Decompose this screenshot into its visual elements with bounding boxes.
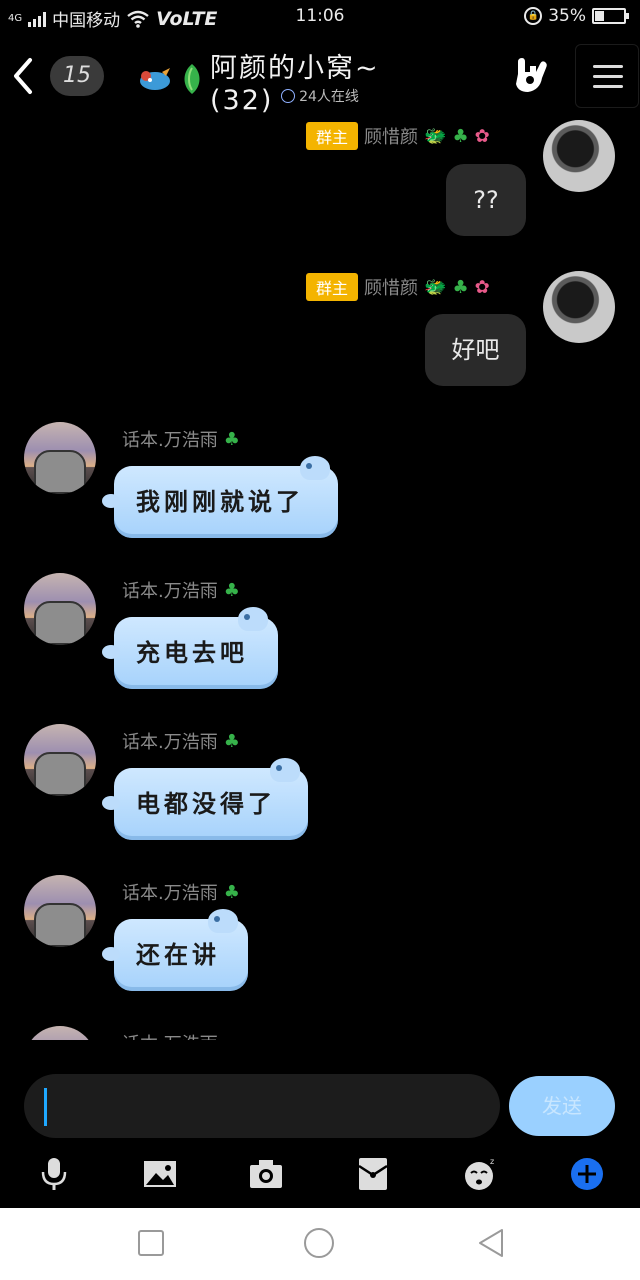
message-text: 还在讲 (136, 941, 220, 969)
image-icon[interactable] (142, 1156, 178, 1192)
message-row: 话本.万浩雨 ♣ 充电去吧 (0, 573, 640, 693)
battery-fill (595, 11, 605, 21)
sprout-emoji-icon: ♣ (223, 579, 240, 601)
flower-emoji-icon: ✿ (474, 276, 490, 298)
avatar[interactable] (24, 573, 96, 645)
sender-name: 话本.万浩雨 (122, 732, 218, 753)
message-bubble[interactable]: ?? (446, 164, 526, 236)
microphone-icon[interactable] (36, 1156, 72, 1192)
sprout-emoji-icon: ♣ (452, 125, 469, 147)
camera-icon[interactable] (248, 1156, 284, 1192)
sender-info: 话本.万浩雨 ♣ (122, 728, 240, 754)
message-bubble[interactable]: 好吧 (425, 314, 526, 386)
avatar[interactable] (24, 724, 96, 796)
svg-text:z: z (490, 1157, 494, 1166)
dragon-emoji-icon: 🐲 (424, 276, 447, 298)
message-bubble[interactable]: 还在讲 (102, 909, 248, 991)
avatar[interactable] (543, 120, 615, 192)
composer-toolbar: z (0, 1150, 640, 1198)
sprout-emoji-icon: ♣ (223, 730, 240, 752)
message-bubble[interactable]: 充电去吧 (102, 607, 278, 689)
sender-info: 话本.万浩雨 ♣ (122, 426, 240, 452)
battery-percent: 35% (548, 6, 586, 26)
status-bar: 4G 中国移动 VoLTE 11:06 🔒 35% (0, 0, 640, 34)
avatar[interactable] (24, 422, 96, 494)
sticker-icon[interactable]: z (462, 1156, 498, 1192)
status-right: 🔒 35% (524, 6, 629, 26)
sender-info: 群主 顾惜颜 🐲 ♣ ✿ (306, 273, 490, 301)
sender-name: 顾惜颜 (364, 278, 419, 299)
sprout-emoji-icon: ♣ (223, 881, 240, 903)
menu-icon[interactable] (575, 44, 639, 108)
home-circle-icon[interactable] (302, 1226, 336, 1260)
send-button[interactable]: 发送 (509, 1076, 615, 1136)
sender-info: 话本.万浩雨 ♣ (122, 879, 240, 905)
owner-badge: 群主 (306, 122, 359, 150)
sender-name: 顾惜颜 (364, 127, 419, 148)
text-caret (44, 1088, 47, 1126)
avatar[interactable] (24, 875, 96, 947)
sender-info: 话本.万浩雨 (122, 1030, 218, 1040)
sender-name: 话本.万浩雨 (122, 430, 218, 451)
rotation-lock-icon: 🔒 (524, 7, 543, 25)
message-text: 电都没得了 (136, 790, 276, 818)
online-count: 24人在线 (299, 89, 359, 105)
sender-info: 群主 顾惜颜 🐲 ♣ ✿ (306, 122, 490, 150)
message-row: 群主 顾惜颜 🐲 ♣ ✿ 好吧 (0, 271, 640, 391)
avatar[interactable] (543, 271, 615, 343)
sprout-emoji-icon: ♣ (452, 276, 469, 298)
rock-hand-icon[interactable] (510, 56, 552, 96)
sender-name: 话本.万浩雨 (122, 581, 218, 602)
system-nav-bar (0, 1208, 640, 1280)
chat-header: 15 阿颜的小窝~(32) 24人在线 (0, 40, 640, 116)
message-text: 我刚刚就说了 (136, 488, 304, 516)
message-row: 话本.万浩雨 ♣ 电都没得了 (0, 724, 640, 844)
message-row-partial: 话本.万浩雨 (0, 1026, 640, 1040)
flower-emoji-icon: ✿ (474, 125, 490, 147)
message-row: 群主 顾惜颜 🐲 ♣ ✿ ?? (0, 120, 640, 240)
sender-info: 话本.万浩雨 ♣ (122, 577, 240, 603)
sender-name: 话本.万浩雨 (122, 883, 218, 904)
recents-square-icon[interactable] (134, 1226, 168, 1260)
avatar[interactable] (24, 1026, 96, 1040)
back-triangle-icon[interactable] (474, 1226, 508, 1260)
sender-name: 话本.万浩雨 (122, 1030, 218, 1040)
message-text: 充电去吧 (136, 639, 248, 667)
composer: 发送 (0, 1072, 640, 1142)
message-bubble[interactable]: 电都没得了 (102, 758, 308, 840)
battery-icon (592, 8, 629, 24)
message-bubble[interactable]: 我刚刚就说了 (102, 456, 338, 538)
message-row: 话本.万浩雨 ♣ 还在讲 (0, 875, 640, 995)
chevron-down-circle-icon (281, 89, 296, 103)
dragon-emoji-icon: 🐲 (424, 125, 447, 147)
owner-badge: 群主 (306, 273, 359, 301)
plus-icon[interactable] (569, 1156, 605, 1192)
message-row: 话本.万浩雨 ♣ 我刚刚就说了 (0, 422, 640, 542)
sprout-emoji-icon: ♣ (223, 428, 240, 450)
message-input[interactable] (24, 1074, 500, 1138)
red-packet-icon[interactable] (355, 1156, 391, 1192)
